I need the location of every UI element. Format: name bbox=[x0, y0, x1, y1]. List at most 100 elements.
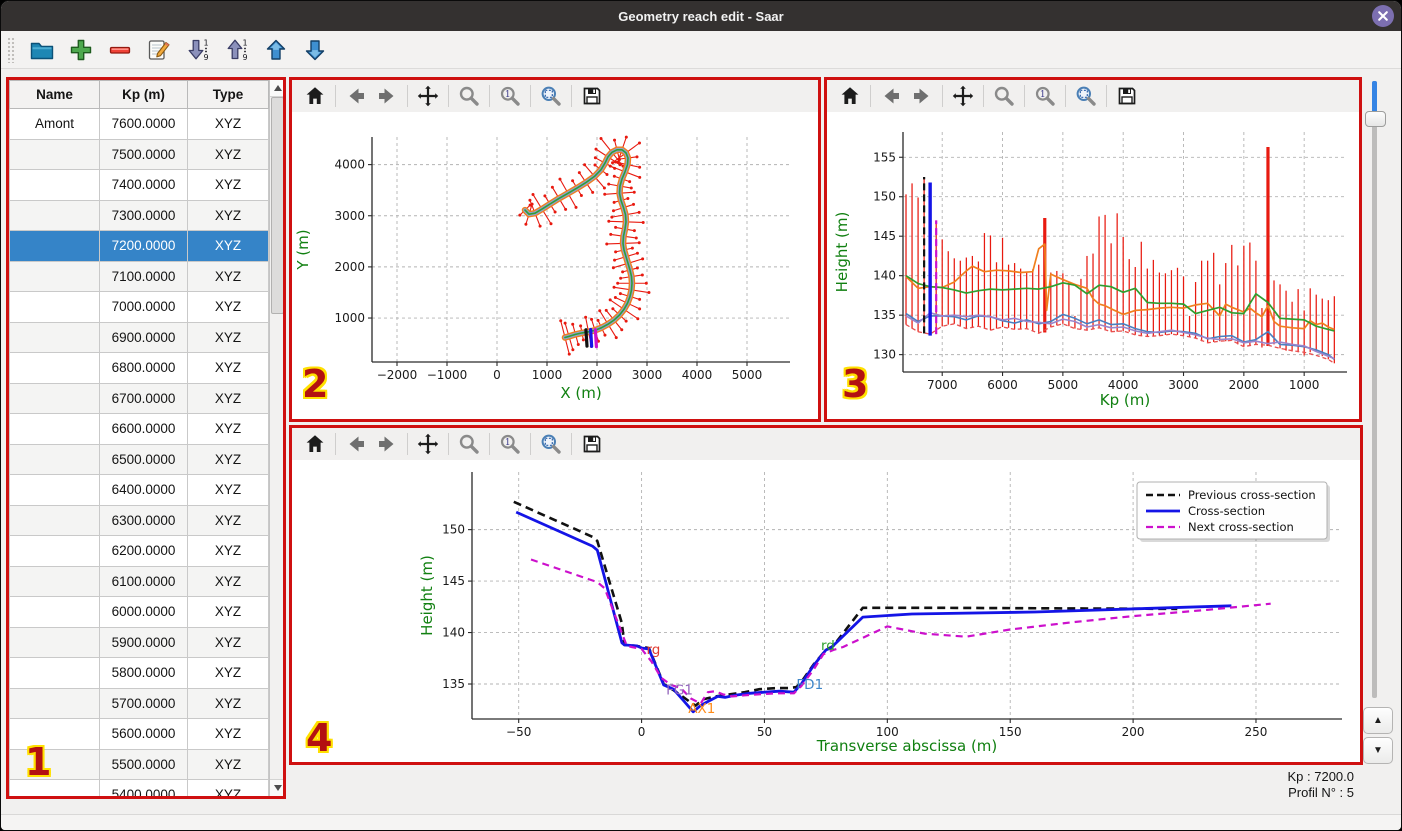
forward-button[interactable] bbox=[372, 429, 402, 459]
sort-descending-button[interactable]: 1 9 bbox=[181, 33, 214, 66]
table-cell[interactable] bbox=[9, 504, 100, 536]
table-cell[interactable]: XYZ bbox=[187, 779, 269, 796]
table-cell[interactable]: 6700.0000 bbox=[99, 382, 188, 414]
table-cell[interactable]: XYZ bbox=[187, 260, 269, 292]
table-cell[interactable]: Amont bbox=[9, 108, 100, 140]
table-row[interactable]: Amont 7600.0000 XYZ bbox=[9, 108, 269, 140]
table-cell[interactable]: 6900.0000 bbox=[99, 321, 188, 353]
table-cell[interactable]: XYZ bbox=[187, 626, 269, 658]
table-cell[interactable]: XYZ bbox=[187, 382, 269, 414]
table-cell[interactable]: XYZ bbox=[187, 199, 269, 231]
table-cell[interactable]: XYZ bbox=[187, 535, 269, 567]
table-cell[interactable]: 6200.0000 bbox=[99, 535, 188, 567]
pan-button[interactable] bbox=[413, 81, 443, 111]
table-row[interactable]: 7000.0000 XYZ bbox=[9, 291, 269, 323]
table-cell[interactable]: XYZ bbox=[187, 474, 269, 506]
table-cell[interactable]: 7000.0000 bbox=[99, 291, 188, 323]
pan-button[interactable] bbox=[948, 81, 978, 111]
table-row[interactable]: 6600.0000 XYZ bbox=[9, 413, 269, 445]
forward-button[interactable] bbox=[372, 81, 402, 111]
table-cell[interactable]: XYZ bbox=[187, 596, 269, 628]
table-cell[interactable] bbox=[9, 169, 100, 201]
table-row[interactable]: 5800.0000 XYZ bbox=[9, 657, 269, 689]
titlebar[interactable]: Geometry reach edit - Saar bbox=[1, 1, 1401, 31]
home-button[interactable] bbox=[300, 81, 330, 111]
table-cell[interactable] bbox=[9, 443, 100, 475]
table-cell[interactable]: 7300.0000 bbox=[99, 199, 188, 231]
table-row[interactable]: 6400.0000 XYZ bbox=[9, 474, 269, 506]
table-cell[interactable]: 6600.0000 bbox=[99, 413, 188, 445]
table-row[interactable]: 6000.0000 XYZ bbox=[9, 596, 269, 628]
table-cell[interactable] bbox=[9, 199, 100, 231]
table-cell[interactable]: XYZ bbox=[187, 138, 269, 170]
save-button[interactable] bbox=[577, 81, 607, 111]
table-cell[interactable] bbox=[9, 230, 100, 262]
close-button[interactable] bbox=[1372, 5, 1394, 27]
table-cell[interactable]: XYZ bbox=[187, 413, 269, 445]
save-button[interactable] bbox=[1112, 81, 1142, 111]
table-cell[interactable] bbox=[9, 565, 100, 597]
zoom-button[interactable] bbox=[454, 429, 484, 459]
table-scrollbar[interactable] bbox=[269, 80, 283, 796]
table-cell[interactable]: 7200.0000 bbox=[99, 230, 188, 262]
table-row[interactable]: 6700.0000 XYZ bbox=[9, 382, 269, 414]
table-cell[interactable]: 5800.0000 bbox=[99, 657, 188, 689]
table-cell[interactable]: 5900.0000 bbox=[99, 626, 188, 658]
table-cell[interactable]: XYZ bbox=[187, 108, 269, 140]
toolbar-grip-handle[interactable] bbox=[7, 36, 16, 63]
home-button[interactable] bbox=[835, 81, 865, 111]
table-cell[interactable]: XYZ bbox=[187, 443, 269, 475]
table-cell[interactable] bbox=[9, 626, 100, 658]
table-row[interactable]: 6800.0000 XYZ bbox=[9, 352, 269, 384]
table-cell[interactable] bbox=[9, 657, 100, 689]
profile-down-button[interactable]: ▼ bbox=[1363, 737, 1393, 764]
table-cell[interactable] bbox=[9, 748, 100, 780]
table-cell[interactable]: 5700.0000 bbox=[99, 687, 188, 719]
column-header-type[interactable]: Type bbox=[187, 80, 269, 109]
back-button[interactable] bbox=[341, 81, 371, 111]
table-cell[interactable]: 7100.0000 bbox=[99, 260, 188, 292]
table-cell[interactable] bbox=[9, 321, 100, 353]
edit-cross-section-button[interactable] bbox=[142, 33, 175, 66]
remove-cross-section-button[interactable] bbox=[103, 33, 136, 66]
table-row[interactable]: 7100.0000 XYZ bbox=[9, 260, 269, 292]
table-row[interactable]: 6300.0000 XYZ bbox=[9, 504, 269, 536]
table-cell[interactable] bbox=[9, 413, 100, 445]
table-cell[interactable]: 7600.0000 bbox=[99, 108, 188, 140]
sort-ascending-button[interactable]: 1 9 bbox=[220, 33, 253, 66]
pan-button[interactable] bbox=[413, 429, 443, 459]
save-button[interactable] bbox=[577, 429, 607, 459]
zoom-one-button[interactable]: 1 bbox=[495, 81, 525, 111]
cross-sections-table[interactable]: Name Kp (m) Type Amont 7600.0000 XYZ 7500.0… bbox=[9, 80, 269, 796]
scroll-down-button[interactable] bbox=[270, 779, 283, 796]
table-scrollbar-thumb[interactable] bbox=[271, 97, 283, 314]
table-cell[interactable] bbox=[9, 687, 100, 719]
table-cell[interactable] bbox=[9, 596, 100, 628]
table-cell[interactable]: XYZ bbox=[187, 230, 269, 262]
move-up-button[interactable] bbox=[259, 33, 292, 66]
table-row[interactable]: 6900.0000 XYZ bbox=[9, 321, 269, 353]
plan-view-chart[interactable]: −2000 −1000 0 1000 2000 3000 4000 5000 1000 2000 3… bbox=[292, 112, 818, 419]
profile-up-button[interactable]: ▲ bbox=[1363, 707, 1393, 734]
table-row[interactable]: 5900.0000 XYZ bbox=[9, 626, 269, 658]
table-cell[interactable]: XYZ bbox=[187, 748, 269, 780]
zoom-select-button[interactable] bbox=[536, 81, 566, 111]
table-cell[interactable]: XYZ bbox=[187, 291, 269, 323]
table-cell[interactable]: XYZ bbox=[187, 352, 269, 384]
table-cell[interactable] bbox=[9, 474, 100, 506]
table-cell[interactable]: 6400.0000 bbox=[99, 474, 188, 506]
column-header-name[interactable]: Name bbox=[9, 80, 100, 109]
add-cross-section-button[interactable] bbox=[64, 33, 97, 66]
table-cell[interactable]: XYZ bbox=[187, 687, 269, 719]
table-row[interactable]: 6100.0000 XYZ bbox=[9, 565, 269, 597]
zoom-select-button[interactable] bbox=[536, 429, 566, 459]
table-cell[interactable] bbox=[9, 718, 100, 750]
table-cell[interactable]: XYZ bbox=[187, 718, 269, 750]
longitudinal-profile-chart[interactable]: 7000 6000 5000 4000 3000 2000 1000 130 135 140 145… bbox=[827, 112, 1359, 419]
table-row[interactable]: 7500.0000 XYZ bbox=[9, 138, 269, 170]
zoom-button[interactable] bbox=[454, 81, 484, 111]
move-down-button[interactable] bbox=[298, 33, 331, 66]
table-row[interactable]: 7400.0000 XYZ bbox=[9, 169, 269, 201]
table-row[interactable]: 7200.0000 XYZ bbox=[9, 230, 269, 262]
forward-button[interactable] bbox=[907, 81, 937, 111]
